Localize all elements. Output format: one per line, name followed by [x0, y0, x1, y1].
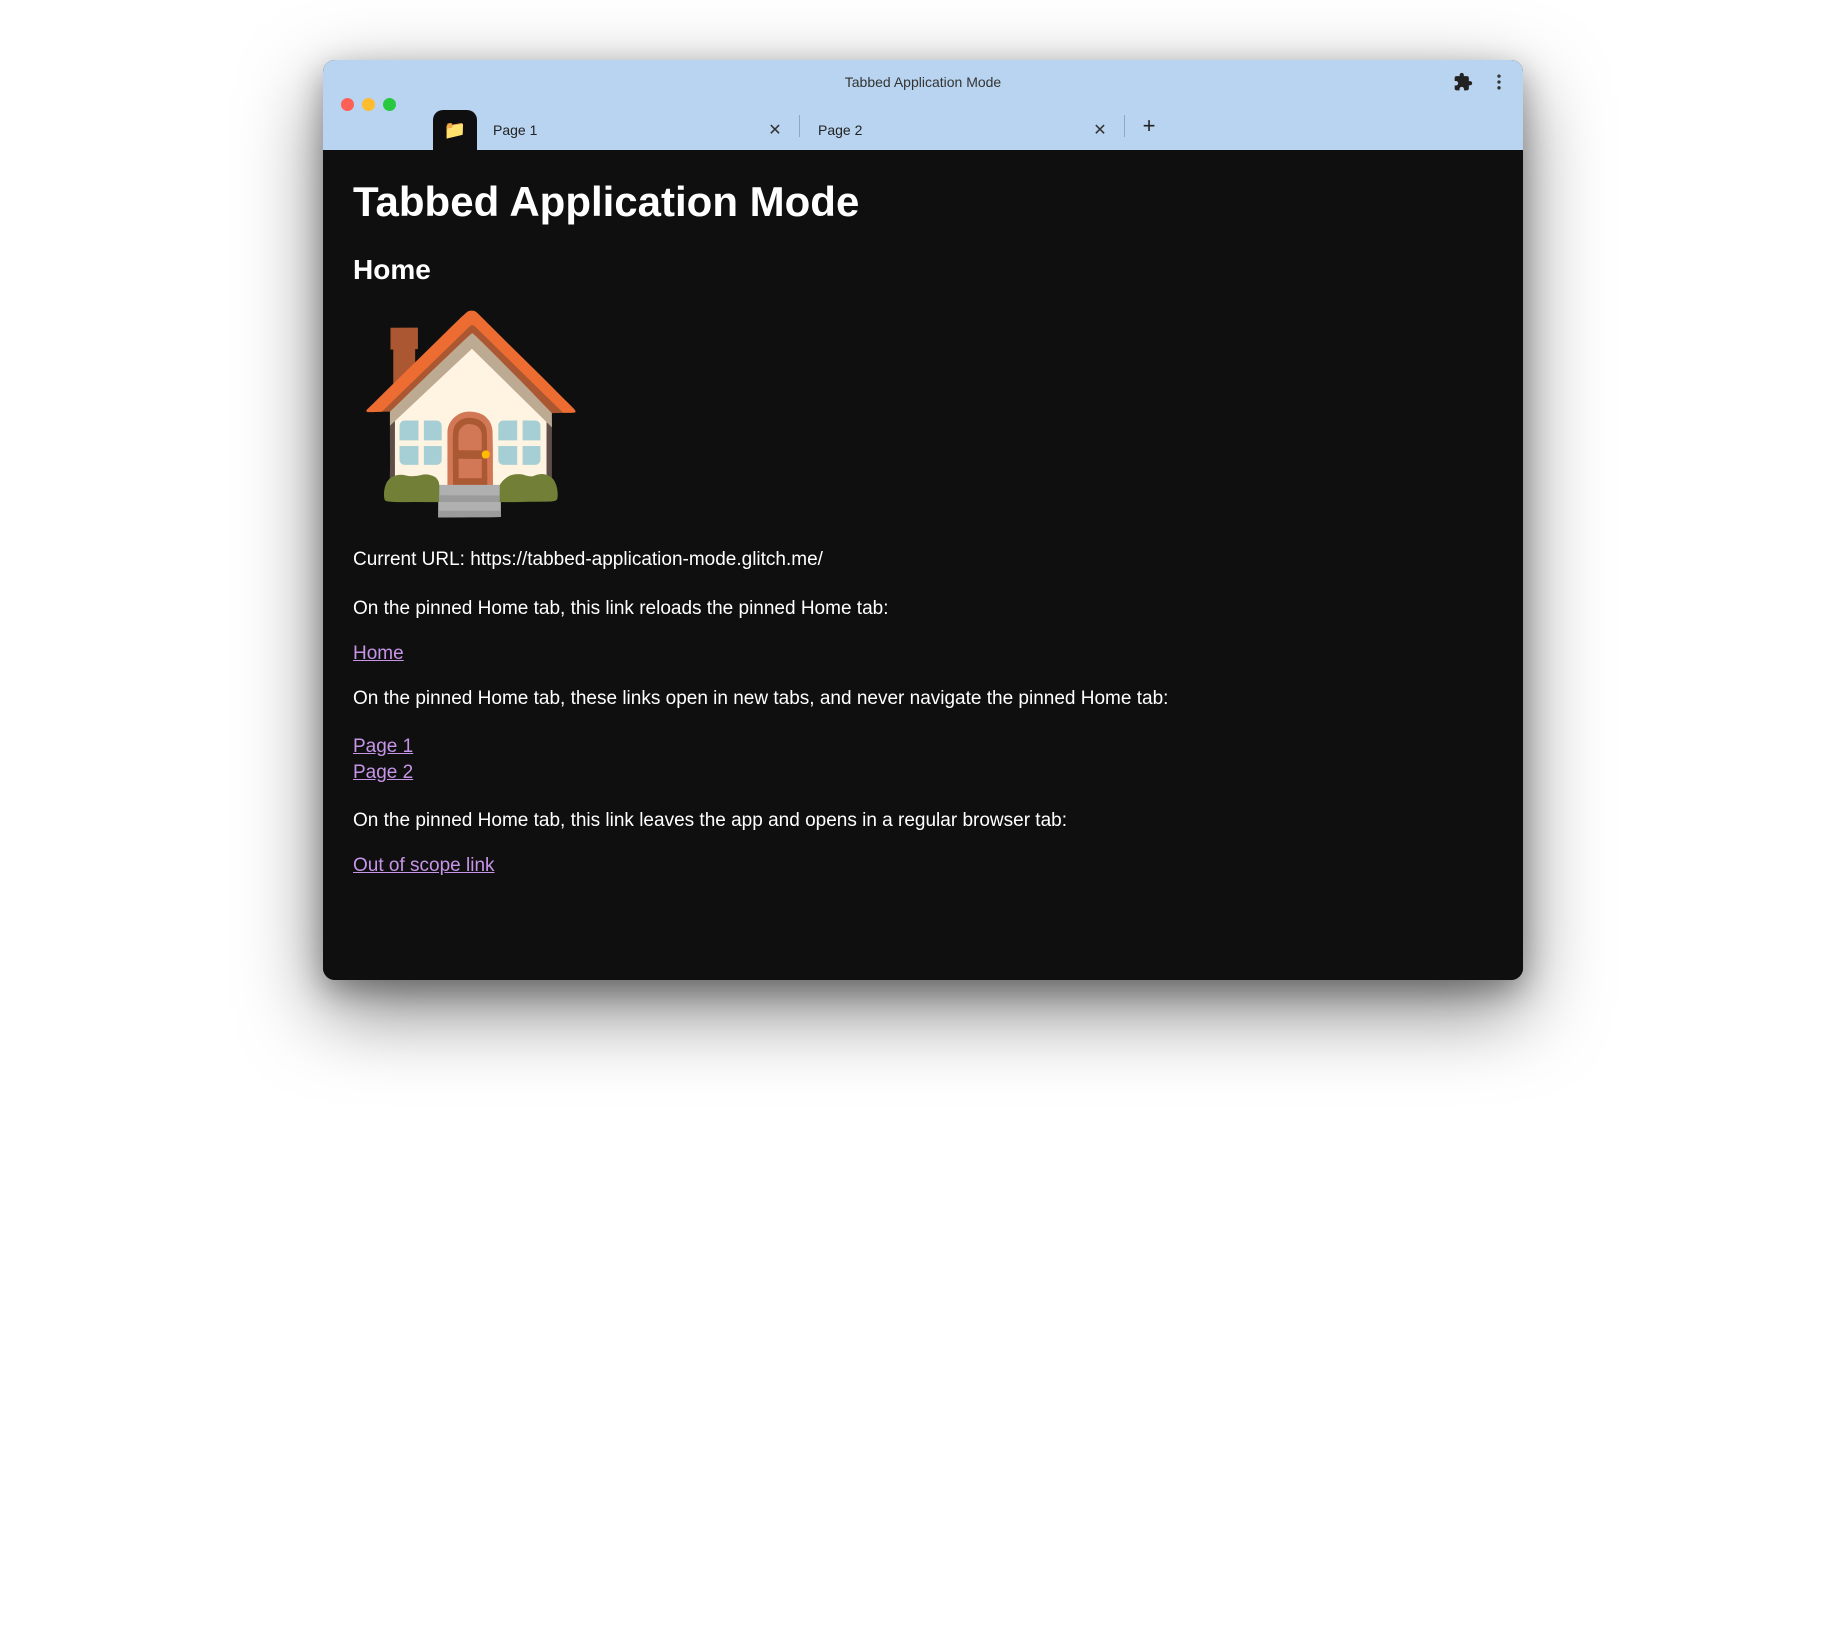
- tab-page-2[interactable]: Page 2 ✕: [802, 110, 1122, 150]
- current-url-line: Current URL: https://tabbed-application-…: [353, 546, 1493, 575]
- close-icon[interactable]: ✕: [1090, 120, 1110, 140]
- page-1-link[interactable]: Page 1: [353, 734, 1493, 761]
- url-label: Current URL:: [353, 549, 470, 570]
- tab-separator: [799, 115, 800, 137]
- tab-label: Page 2: [818, 122, 1090, 138]
- app-window: Tabbed Application Mode 📁 Page 1 ✕ Pag: [323, 60, 1523, 980]
- folder-icon: 📁: [444, 120, 466, 141]
- new-tabs-description: On the pinned Home tab, these links open…: [353, 685, 1493, 714]
- out-of-scope-link[interactable]: Out of scope link: [353, 855, 1493, 877]
- window-title: Tabbed Application Mode: [845, 74, 1001, 90]
- tab-separator: [1124, 115, 1125, 137]
- home-reload-description: On the pinned Home tab, this link reload…: [353, 595, 1493, 624]
- page-title: Tabbed Application Mode: [353, 178, 1493, 226]
- tab-label: Page 1: [493, 122, 765, 138]
- new-tab-button[interactable]: +: [1133, 110, 1165, 142]
- titlebar-top: Tabbed Application Mode: [323, 60, 1523, 102]
- close-icon[interactable]: ✕: [765, 120, 785, 140]
- window-minimize-button[interactable]: [362, 98, 375, 111]
- page-links-block: Page 1 Page 2: [353, 734, 1493, 787]
- window-close-button[interactable]: [341, 98, 354, 111]
- plus-icon: +: [1143, 113, 1156, 139]
- kebab-menu-icon[interactable]: [1489, 72, 1509, 97]
- pinned-home-tab[interactable]: 📁: [433, 110, 477, 150]
- out-of-scope-description: On the pinned Home tab, this link leaves…: [353, 807, 1493, 836]
- tab-page-1[interactable]: Page 1 ✕: [477, 110, 797, 150]
- url-value: https://tabbed-application-mode.glitch.m…: [470, 549, 823, 570]
- home-link[interactable]: Home: [353, 643, 1493, 665]
- titlebar-actions: [1453, 72, 1509, 97]
- traffic-lights: [341, 98, 396, 111]
- page-2-link[interactable]: Page 2: [353, 760, 1493, 787]
- house-icon: 🏠: [353, 316, 1493, 506]
- titlebar: Tabbed Application Mode 📁 Page 1 ✕ Pag: [323, 60, 1523, 150]
- window-maximize-button[interactable]: [383, 98, 396, 111]
- extensions-icon[interactable]: [1453, 72, 1473, 97]
- page-content: Tabbed Application Mode Home 🏠 Current U…: [323, 150, 1523, 980]
- tabstrip: 📁 Page 1 ✕ Page 2 ✕ +: [323, 102, 1523, 150]
- page-subtitle: Home: [353, 254, 1493, 286]
